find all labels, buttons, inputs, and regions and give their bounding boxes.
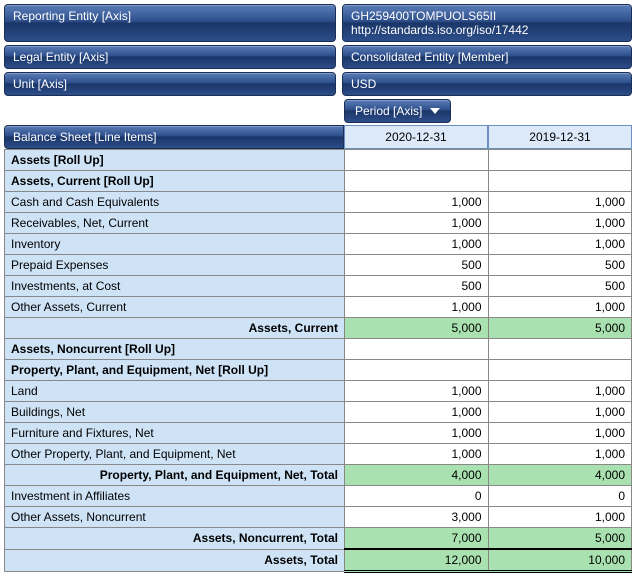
- cell-value: 7,000: [345, 528, 489, 550]
- table-row: Property, Plant, and Equipment, Net, Tot…: [5, 465, 632, 486]
- axis-legal-entity: Legal Entity [Axis] Consolidated Entity …: [4, 45, 632, 69]
- cell-value: 1,000: [345, 444, 489, 465]
- cell-value: 5,000: [345, 318, 489, 339]
- cell-value: 1,000: [345, 402, 489, 423]
- table-row: Assets [Roll Up]: [5, 150, 632, 171]
- cell-value: 12,000: [345, 549, 489, 572]
- table-row: Land1,0001,000: [5, 381, 632, 402]
- period-col-1[interactable]: 2019-12-31: [488, 125, 632, 149]
- cell-value: 3,000: [345, 507, 489, 528]
- row-label: Investment in Affiliates: [5, 486, 345, 507]
- cell-value: 1,000: [345, 213, 489, 234]
- axis-value: GH259400TOMPUOLS65II http://standards.is…: [342, 4, 632, 42]
- line-items-header: Balance Sheet [Line Items]: [4, 125, 344, 149]
- period-axis-label: Period [Axis]: [355, 104, 422, 118]
- cell-value: 4,000: [488, 465, 632, 486]
- row-label: Receivables, Net, Current: [5, 213, 345, 234]
- cell-value: 1,000: [488, 234, 632, 255]
- axis-label: Legal Entity [Axis]: [4, 45, 336, 69]
- cell-value: 0: [345, 486, 489, 507]
- cell-value: [488, 150, 632, 171]
- row-label: Assets, Noncurrent [Roll Up]: [5, 339, 345, 360]
- axis-label: Reporting Entity [Axis]: [4, 4, 336, 42]
- cell-value: [345, 360, 489, 381]
- cell-value: 1,000: [488, 213, 632, 234]
- row-label: Property, Plant, and Equipment, Net, Tot…: [5, 465, 345, 486]
- cell-value: 1,000: [345, 192, 489, 213]
- column-header-row: Balance Sheet [Line Items] 2020-12-31 20…: [4, 125, 632, 149]
- table-row: Investment in Affiliates00: [5, 486, 632, 507]
- table-row: Furniture and Fixtures, Net1,0001,000: [5, 423, 632, 444]
- row-label: Buildings, Net: [5, 402, 345, 423]
- balance-sheet-table: Assets [Roll Up] Assets, Current [Roll U…: [4, 149, 632, 573]
- axis-value: Consolidated Entity [Member]: [342, 45, 632, 69]
- cell-value: 1,000: [488, 507, 632, 528]
- cell-value: 500: [345, 255, 489, 276]
- row-label: Property, Plant, and Equipment, Net [Rol…: [5, 360, 345, 381]
- table-row: Other Assets, Current1,0001,000: [5, 297, 632, 318]
- row-label: Assets, Current [Roll Up]: [5, 171, 345, 192]
- cell-value: 1,000: [488, 423, 632, 444]
- row-label: Other Assets, Noncurrent: [5, 507, 345, 528]
- cell-value: 500: [488, 276, 632, 297]
- cell-value: 1,000: [345, 423, 489, 444]
- table-row: Assets, Current [Roll Up]: [5, 171, 632, 192]
- row-label: Assets, Noncurrent, Total: [5, 528, 345, 550]
- row-label: Land: [5, 381, 345, 402]
- period-axis-dropdown[interactable]: Period [Axis]: [344, 99, 451, 123]
- table-row: Other Assets, Noncurrent3,0001,000: [5, 507, 632, 528]
- table-row: Receivables, Net, Current1,0001,000: [5, 213, 632, 234]
- table-row: Prepaid Expenses500500: [5, 255, 632, 276]
- table-row: Other Property, Plant, and Equipment, Ne…: [5, 444, 632, 465]
- cell-value: 1,000: [345, 297, 489, 318]
- table-row: Inventory1,0001,000: [5, 234, 632, 255]
- period-col-0[interactable]: 2020-12-31: [344, 125, 488, 149]
- cell-value: [488, 339, 632, 360]
- cell-value: [345, 171, 489, 192]
- cell-value: 0: [488, 486, 632, 507]
- table-row: Assets, Current5,0005,000: [5, 318, 632, 339]
- table-row: Investments, at Cost500500: [5, 276, 632, 297]
- cell-value: 1,000: [488, 381, 632, 402]
- cell-value: 10,000: [488, 549, 632, 572]
- table-row: Assets, Total12,00010,000: [5, 549, 632, 572]
- axis-label: Unit [Axis]: [4, 72, 336, 96]
- axis-value: USD: [342, 72, 632, 96]
- cell-value: 1,000: [488, 192, 632, 213]
- row-label: Inventory: [5, 234, 345, 255]
- cell-value: [345, 339, 489, 360]
- table-row: Assets, Noncurrent [Roll Up]: [5, 339, 632, 360]
- cell-value: [488, 360, 632, 381]
- row-label: Cash and Cash Equivalents: [5, 192, 345, 213]
- cell-value: 5,000: [488, 528, 632, 550]
- cell-value: 1,000: [488, 444, 632, 465]
- cell-value: [345, 150, 489, 171]
- cell-value: 500: [488, 255, 632, 276]
- table-row: Buildings, Net1,0001,000: [5, 402, 632, 423]
- cell-value: 5,000: [488, 318, 632, 339]
- row-label: Assets [Roll Up]: [5, 150, 345, 171]
- cell-value: 1,000: [488, 402, 632, 423]
- cell-value: 4,000: [345, 465, 489, 486]
- row-label: Other Assets, Current: [5, 297, 345, 318]
- axis-unit: Unit [Axis] USD: [4, 72, 632, 96]
- row-label: Assets, Current: [5, 318, 345, 339]
- row-label: Assets, Total: [5, 549, 345, 572]
- chevron-down-icon: [430, 108, 440, 114]
- row-label: Furniture and Fixtures, Net: [5, 423, 345, 444]
- row-label: Other Property, Plant, and Equipment, Ne…: [5, 444, 345, 465]
- row-label: Prepaid Expenses: [5, 255, 345, 276]
- cell-value: 1,000: [345, 234, 489, 255]
- cell-value: [488, 171, 632, 192]
- cell-value: 1,000: [488, 297, 632, 318]
- table-row: Property, Plant, and Equipment, Net [Rol…: [5, 360, 632, 381]
- table-row: Assets, Noncurrent, Total7,0005,000: [5, 528, 632, 550]
- table-row: Cash and Cash Equivalents1,0001,000: [5, 192, 632, 213]
- cell-value: 1,000: [345, 381, 489, 402]
- cell-value: 500: [345, 276, 489, 297]
- row-label: Investments, at Cost: [5, 276, 345, 297]
- axis-reporting-entity: Reporting Entity [Axis] GH259400TOMPUOLS…: [4, 4, 632, 42]
